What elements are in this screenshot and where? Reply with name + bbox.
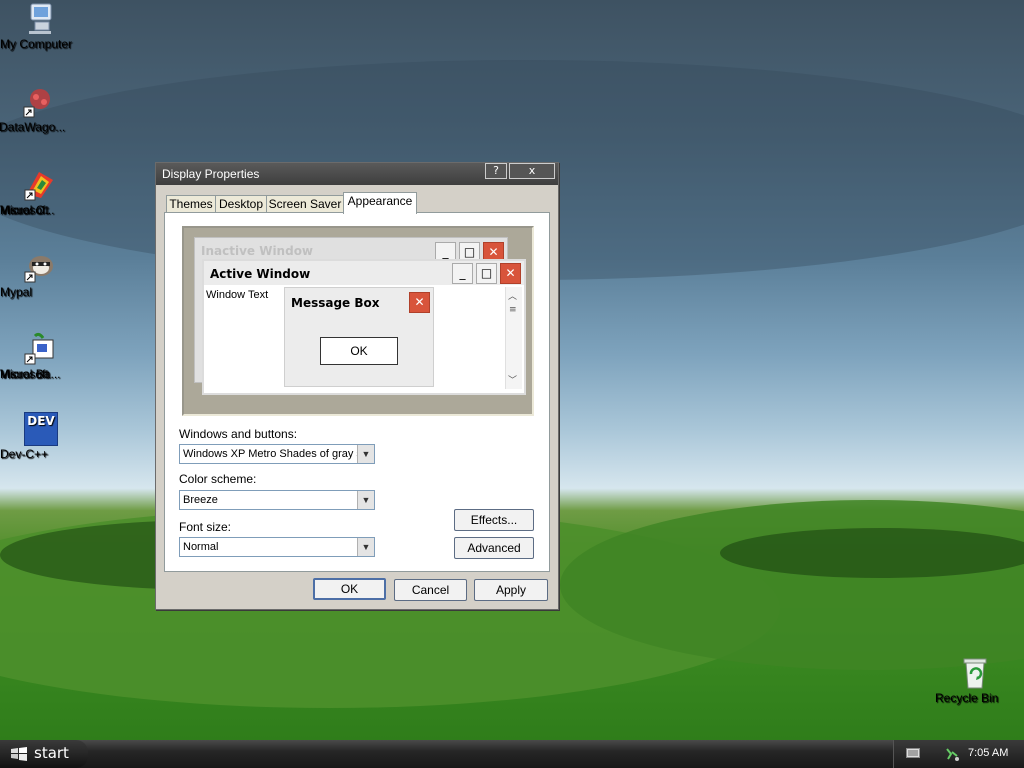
color-scheme-select[interactable]: Breeze ▼ bbox=[179, 490, 375, 510]
desktop-icon-recycle-bin[interactable]: Recycle Bin bbox=[935, 656, 1015, 705]
chevron-down-icon: ▼ bbox=[357, 538, 374, 556]
desktop-icon-label: Visual C... bbox=[0, 203, 55, 217]
desktop-icon-visual-c[interactable]: Microsoft Visual C... bbox=[0, 168, 80, 217]
appearance-panel: Inactive Window _ □ ✕ Active Window _ □ … bbox=[164, 212, 550, 572]
windows-buttons-value: Windows XP Metro Shades of gray s bbox=[183, 448, 362, 460]
clock[interactable]: 7:05 AM bbox=[968, 747, 1008, 759]
cancel-button[interactable]: Cancel bbox=[394, 579, 467, 601]
desktop-icon-label: DataWago... bbox=[0, 120, 66, 134]
message-box-title: Message Box bbox=[291, 296, 380, 310]
desktop-icon-mypal[interactable]: Mypal bbox=[0, 250, 80, 299]
windows-buttons-label: Windows and buttons: bbox=[179, 427, 298, 441]
preview-active-window: Active Window _ □ ✕ Window Text ︿ ≡ ﹀ Me… bbox=[202, 259, 526, 395]
effects-button[interactable]: Effects... bbox=[454, 509, 534, 531]
start-label: start bbox=[34, 744, 69, 762]
close-icon: x bbox=[528, 164, 536, 177]
chevron-up-icon: ︿ bbox=[508, 292, 518, 302]
inactive-window-title: Inactive Window bbox=[201, 244, 314, 258]
desktop-icon-label: Visual Ba... bbox=[0, 367, 61, 381]
start-button[interactable]: start bbox=[0, 740, 88, 768]
visual-basic-icon bbox=[23, 332, 57, 366]
desktop-icon-dev-cpp[interactable]: DEV Dev-C++ bbox=[0, 412, 80, 461]
desktop-icon-visual-basic[interactable]: Microsoft Visual Ba... bbox=[0, 332, 80, 381]
close-icon: ✕ bbox=[409, 292, 430, 313]
font-size-select[interactable]: Normal ▼ bbox=[179, 537, 375, 557]
desktop-icon-my-computer[interactable]: My Computer bbox=[0, 2, 80, 51]
desktop: My Computer DataWago... Microsoft Visual… bbox=[0, 0, 1024, 740]
scroll-thumb-icon: ≡ bbox=[509, 305, 517, 315]
dev-cpp-icon: DEV bbox=[23, 412, 58, 446]
recycle-bin-icon bbox=[958, 656, 992, 690]
display-properties-window: Display Properties ? x Themes Desktop Sc… bbox=[155, 162, 559, 610]
close-icon: ✕ bbox=[500, 263, 521, 284]
chevron-down-icon: ▼ bbox=[357, 445, 374, 463]
tab-desktop[interactable]: Desktop bbox=[215, 195, 267, 213]
window-title: Display Properties bbox=[162, 167, 260, 181]
windows-buttons-select[interactable]: Windows XP Metro Shades of gray s ▼ bbox=[179, 444, 375, 464]
appearance-preview: Inactive Window _ □ ✕ Active Window _ □ … bbox=[182, 226, 534, 416]
minimize-icon: _ bbox=[452, 263, 473, 284]
color-scheme-label: Color scheme: bbox=[179, 472, 257, 486]
advanced-button[interactable]: Advanced bbox=[454, 537, 534, 559]
computer-icon bbox=[23, 2, 57, 36]
desktop-icon-datawago[interactable]: DataWago... bbox=[0, 85, 79, 134]
font-size-value: Normal bbox=[183, 541, 219, 553]
windows-logo-icon bbox=[10, 746, 28, 765]
visual-cpp-icon bbox=[23, 168, 57, 202]
close-button[interactable]: x bbox=[509, 163, 555, 179]
help-button[interactable]: ? bbox=[485, 163, 507, 179]
color-scheme-value: Breeze bbox=[183, 494, 218, 506]
window-text-sample: Window Text bbox=[206, 289, 269, 301]
taskbar: start 7:05 AM bbox=[0, 740, 1024, 768]
active-window-title: Active Window bbox=[210, 267, 311, 281]
desktop-icon-label: Recycle Bin bbox=[935, 691, 999, 705]
datawago-icon bbox=[22, 85, 56, 119]
network-icon[interactable] bbox=[944, 746, 960, 765]
chevron-down-icon: ▼ bbox=[357, 491, 374, 509]
keyboard-icon[interactable] bbox=[906, 747, 920, 762]
wallpaper-shadow bbox=[720, 528, 1024, 578]
system-tray: 7:05 AM bbox=[893, 740, 1024, 768]
mypal-raccoon-icon bbox=[23, 250, 57, 284]
preview-ok-button: OK bbox=[320, 337, 398, 365]
tab-screen-saver[interactable]: Screen Saver bbox=[266, 195, 344, 213]
ok-button[interactable]: OK bbox=[313, 578, 386, 600]
help-icon: ? bbox=[493, 164, 499, 177]
window-titlebar[interactable]: Display Properties ? x bbox=[156, 163, 558, 185]
tab-appearance[interactable]: Appearance bbox=[343, 192, 417, 214]
preview-message-box: Message Box ✕ OK bbox=[284, 287, 434, 387]
active-window-titlebar: Active Window _ □ ✕ bbox=[204, 261, 524, 285]
desktop-icon-label: Mypal bbox=[0, 285, 33, 299]
maximize-icon: □ bbox=[476, 263, 497, 284]
desktop-icon-label: Dev-C++ bbox=[0, 447, 49, 461]
chevron-down-icon: ﹀ bbox=[508, 376, 518, 386]
dev-badge: DEV bbox=[24, 412, 58, 446]
font-size-label: Font size: bbox=[179, 520, 232, 534]
desktop-icon-label: My Computer bbox=[0, 37, 73, 51]
apply-button[interactable]: Apply bbox=[474, 579, 548, 601]
preview-scrollbar: ︿ ≡ ﹀ bbox=[505, 287, 522, 389]
tab-themes[interactable]: Themes bbox=[166, 195, 216, 213]
